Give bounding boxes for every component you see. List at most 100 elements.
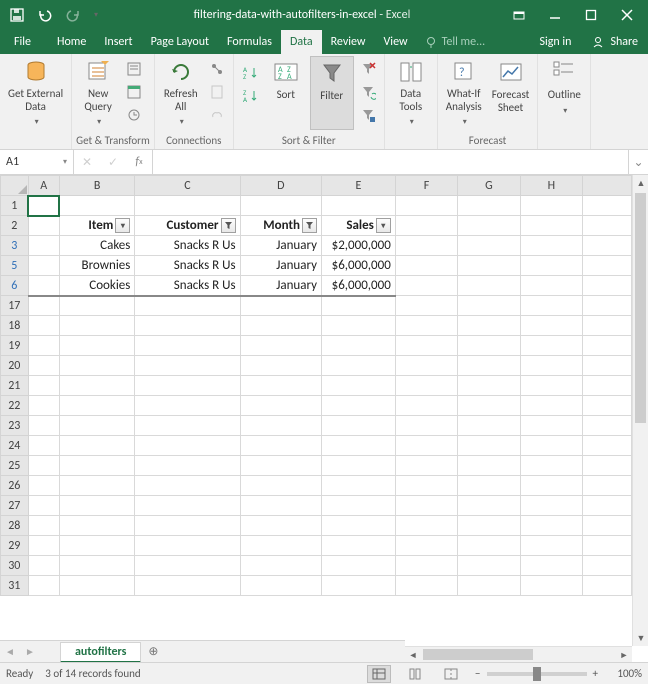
row-header-3[interactable]: 3 bbox=[1, 236, 29, 256]
redo-button[interactable] bbox=[60, 2, 86, 28]
tab-page-layout[interactable]: Page Layout bbox=[142, 30, 218, 54]
cell-month[interactable]: January bbox=[240, 236, 321, 256]
cell-month[interactable]: January bbox=[240, 256, 321, 276]
cell-item[interactable]: Cakes bbox=[59, 236, 134, 256]
view-page-break-button[interactable] bbox=[439, 665, 463, 683]
data-tools-button[interactable]: Data Tools bbox=[389, 56, 433, 130]
share-button[interactable]: Share bbox=[581, 30, 648, 54]
row-header-19[interactable]: 19 bbox=[1, 336, 29, 356]
cell-month[interactable]: January bbox=[240, 276, 321, 296]
filter-dropdown-button[interactable]: ▾ bbox=[115, 218, 130, 233]
vertical-scrollbar[interactable]: ▲ ▼ bbox=[632, 175, 648, 646]
tab-formulas[interactable]: Formulas bbox=[218, 30, 281, 54]
scroll-up-button[interactable]: ▲ bbox=[633, 175, 648, 191]
horizontal-scrollbar[interactable]: ◄ ► bbox=[405, 646, 632, 662]
sort-za-button[interactable]: ZA bbox=[238, 85, 262, 107]
tab-nav-next[interactable]: ► bbox=[20, 641, 40, 662]
cell-customer[interactable]: Snacks R Us bbox=[135, 236, 240, 256]
show-queries-button[interactable] bbox=[122, 58, 146, 80]
select-all-corner[interactable] bbox=[1, 176, 29, 196]
maximize-button[interactable] bbox=[574, 2, 608, 28]
forecast-sheet-button[interactable]: Forecast Sheet bbox=[488, 56, 534, 130]
insert-function-button[interactable]: fx bbox=[126, 150, 152, 174]
row-header-5[interactable]: 5 bbox=[1, 256, 29, 276]
row-header-2[interactable]: 2 bbox=[1, 216, 29, 236]
zoom-in-button[interactable]: + bbox=[593, 667, 598, 680]
clear-filter-button[interactable] bbox=[356, 58, 380, 80]
cell-customer[interactable]: Snacks R Us bbox=[135, 256, 240, 276]
row-header-28[interactable]: 28 bbox=[1, 516, 29, 536]
tab-insert[interactable]: Insert bbox=[95, 30, 141, 54]
connections-button[interactable] bbox=[205, 58, 229, 80]
zoom-slider[interactable] bbox=[487, 672, 587, 676]
view-normal-button[interactable] bbox=[367, 665, 391, 683]
cell-A1[interactable] bbox=[28, 196, 59, 216]
what-if-button[interactable]: ? What-If Analysis bbox=[442, 56, 486, 130]
zoom-out-button[interactable]: − bbox=[475, 667, 480, 680]
row-header-25[interactable]: 25 bbox=[1, 456, 29, 476]
row-header-31[interactable]: 31 bbox=[1, 576, 29, 596]
close-button[interactable] bbox=[610, 2, 644, 28]
minimize-button[interactable] bbox=[538, 2, 572, 28]
row-header-1[interactable]: 1 bbox=[1, 196, 29, 216]
reapply-button[interactable] bbox=[356, 81, 380, 103]
hscroll-thumb[interactable] bbox=[423, 649, 533, 660]
col-header-A[interactable]: A bbox=[28, 176, 59, 196]
new-sheet-button[interactable]: ⊕ bbox=[141, 641, 165, 662]
filter-dropdown-button[interactable] bbox=[221, 218, 236, 233]
sheet-tab-autofilters[interactable]: autofilters bbox=[60, 642, 141, 663]
qat-customize[interactable] bbox=[88, 2, 102, 28]
cell-customer[interactable]: Snacks R Us bbox=[135, 276, 240, 296]
name-box[interactable]: A1▾ bbox=[0, 150, 74, 174]
expand-formula-bar[interactable]: ⌄ bbox=[628, 150, 648, 174]
sort-button[interactable]: AZZA Sort bbox=[264, 56, 308, 130]
from-table-button[interactable] bbox=[122, 81, 146, 103]
row-header-29[interactable]: 29 bbox=[1, 536, 29, 556]
tab-home[interactable]: Home bbox=[48, 30, 95, 54]
row-header-27[interactable]: 27 bbox=[1, 496, 29, 516]
formula-input[interactable] bbox=[153, 150, 628, 174]
cell-item[interactable]: Cookies bbox=[59, 276, 134, 296]
filter-dropdown-button[interactable] bbox=[302, 218, 317, 233]
undo-button[interactable] bbox=[32, 2, 58, 28]
cell-item[interactable]: Brownies bbox=[59, 256, 134, 276]
enter-formula-button[interactable]: ✓ bbox=[100, 150, 126, 174]
col-header-G[interactable]: G bbox=[458, 176, 520, 196]
col-header-D[interactable]: D bbox=[240, 176, 321, 196]
col-header-E[interactable]: E bbox=[321, 176, 395, 196]
row-header-30[interactable]: 30 bbox=[1, 556, 29, 576]
sort-az-button[interactable]: AZ bbox=[238, 62, 262, 84]
sign-in-link[interactable]: Sign in bbox=[529, 30, 581, 54]
spreadsheet-grid[interactable]: ABCDEFGH12Item▾CustomerMonthSales▾3Cakes… bbox=[0, 175, 632, 596]
tab-data[interactable]: Data bbox=[281, 30, 322, 54]
ribbon-display-options[interactable] bbox=[502, 2, 536, 28]
tab-view[interactable]: View bbox=[375, 30, 417, 54]
save-button[interactable] bbox=[4, 2, 30, 28]
tab-review[interactable]: Review bbox=[322, 30, 375, 54]
row-header-6[interactable]: 6 bbox=[1, 276, 29, 296]
filter-button[interactable]: Filter bbox=[310, 56, 354, 130]
col-header-B[interactable]: B bbox=[59, 176, 134, 196]
col-header-C[interactable]: C bbox=[135, 176, 240, 196]
new-query-button[interactable]: New Query bbox=[76, 56, 120, 130]
filter-dropdown-button[interactable]: ▾ bbox=[376, 218, 391, 233]
row-header-22[interactable]: 22 bbox=[1, 396, 29, 416]
cell-sales[interactable]: $6,000,000 bbox=[321, 276, 395, 296]
cell-sales[interactable]: $6,000,000 bbox=[321, 256, 395, 276]
get-external-data-button[interactable]: Get External Data bbox=[4, 56, 67, 130]
tab-nav-prev[interactable]: ◄ bbox=[0, 641, 20, 662]
row-header-21[interactable]: 21 bbox=[1, 376, 29, 396]
row-header-23[interactable]: 23 bbox=[1, 416, 29, 436]
row-header-26[interactable]: 26 bbox=[1, 476, 29, 496]
cell-sales[interactable]: $2,000,000 bbox=[321, 236, 395, 256]
vscroll-thumb[interactable] bbox=[635, 193, 646, 423]
row-header-24[interactable]: 24 bbox=[1, 436, 29, 456]
scroll-down-button[interactable]: ▼ bbox=[633, 630, 648, 646]
tab-file[interactable]: File bbox=[0, 30, 45, 54]
advanced-button[interactable] bbox=[356, 104, 380, 126]
scroll-right-button[interactable]: ► bbox=[616, 647, 632, 662]
view-page-layout-button[interactable] bbox=[403, 665, 427, 683]
row-header-20[interactable]: 20 bbox=[1, 356, 29, 376]
col-header-H[interactable]: H bbox=[520, 176, 582, 196]
row-header-18[interactable]: 18 bbox=[1, 316, 29, 336]
